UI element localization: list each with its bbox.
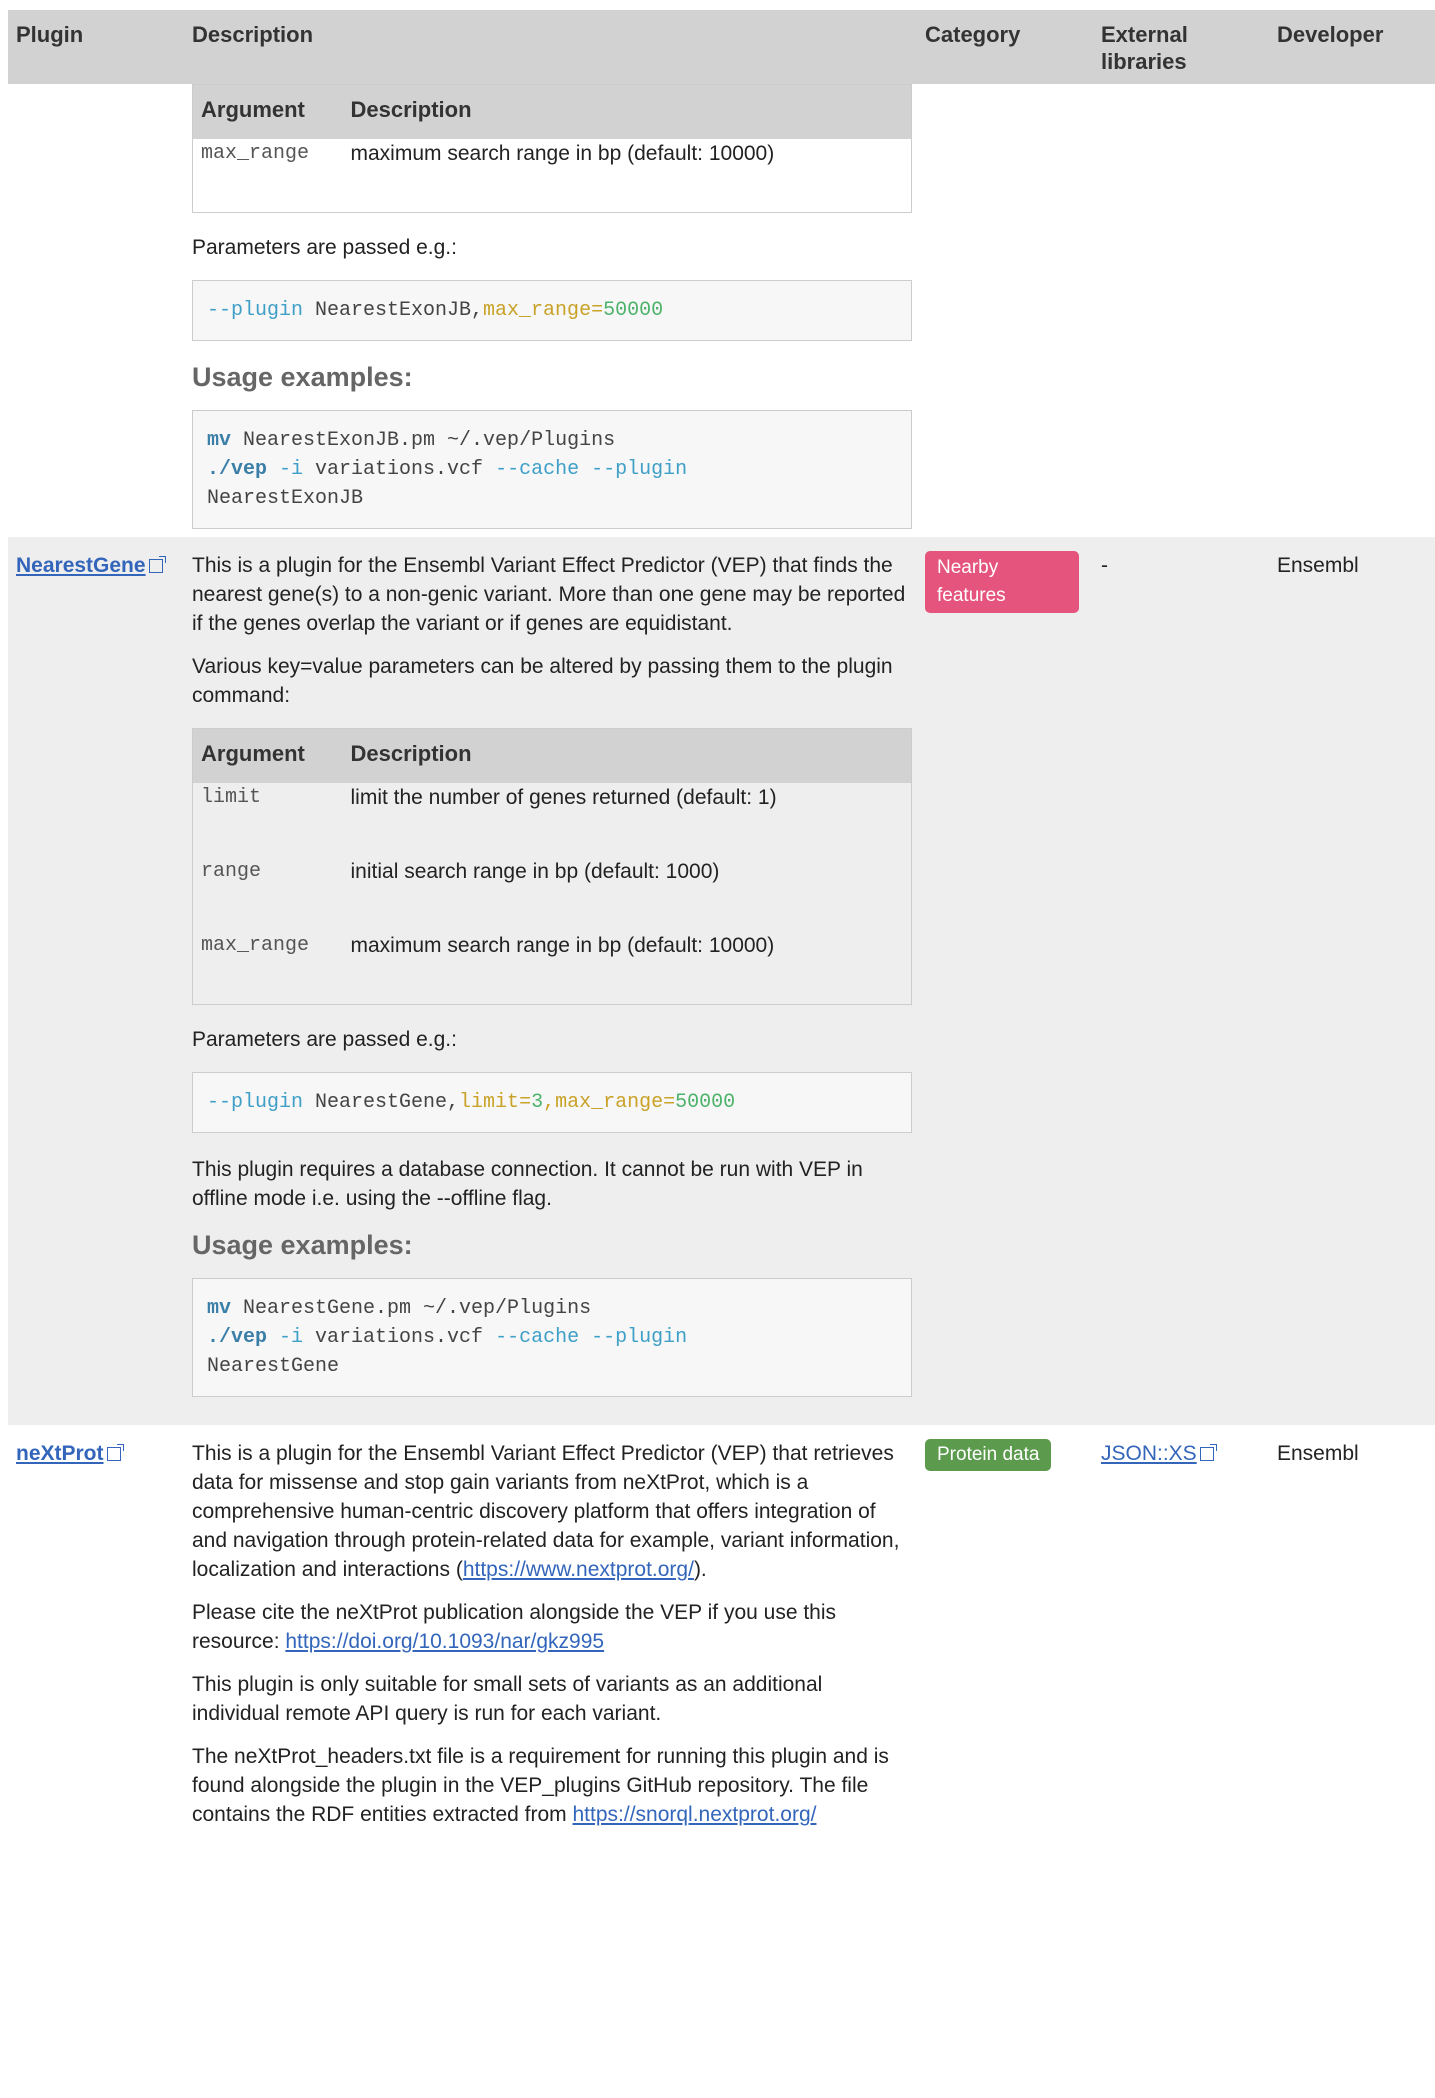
table-header-row: Plugin Description Category External lib… [8, 10, 1435, 84]
code-line2: variations.vcf [303, 458, 496, 481]
header-developer: Developer [1269, 10, 1435, 84]
code-val: 3 [531, 1091, 544, 1114]
code-key: max_range [483, 299, 592, 322]
plugin-link-label: NearestGene [16, 554, 146, 577]
arg-row: max_range maximum search range in bp (de… [192, 138, 912, 213]
arg-header-description: Description [342, 728, 912, 783]
code-flag: --plugin [207, 1091, 304, 1114]
code-val: 50000 [603, 299, 664, 322]
description-paragraph: This plugin is only suitable for small s… [192, 1673, 823, 1725]
code-line1: NearestGene.pm ~/.vep/Plugins [231, 1297, 592, 1320]
code-cache: --cache --plugin [495, 458, 688, 481]
external-cell: - [1093, 537, 1269, 1425]
snorql-link[interactable]: https://snorql.nextprot.org/ [573, 1803, 817, 1826]
description-paragraph: The neXtProt_headers.txt file is a requi… [192, 1745, 889, 1826]
table-row-nearestexonjb: Argument Description max_range maximum s… [8, 84, 1435, 537]
category-cell: Protein data [917, 1425, 1093, 1843]
header-category: Category [917, 10, 1093, 84]
developer-cell: Ensembl [1269, 537, 1435, 1425]
description-cell: This is a plugin for the Ensembl Variant… [184, 1425, 917, 1843]
code-i: -i [267, 458, 304, 481]
category-cell: Nearby features [917, 537, 1093, 1425]
arg-header-description: Description [342, 84, 912, 139]
usage-title: Usage examples: [192, 362, 413, 392]
usage-title: Usage examples: [192, 1230, 413, 1260]
db-note: This plugin requires a database connecti… [192, 1158, 863, 1210]
code-val: 50000 [675, 1091, 736, 1114]
params-text: Parameters are passed e.g.: [192, 1028, 457, 1051]
code-key: max_range [555, 1091, 664, 1114]
arg-name: max_range [192, 930, 343, 1005]
code-eq: = [663, 1091, 676, 1114]
params-text: Parameters are passed e.g.: [192, 236, 457, 259]
description-paragraph: Please cite the neXtProt publication alo… [192, 1601, 837, 1653]
arg-row: limit limit the number of genes returned… [192, 782, 912, 857]
external-link-icon [1199, 1444, 1217, 1461]
arg-desc: maximum search range in bp (default: 100… [342, 138, 912, 213]
description-cell: This is a plugin for the Ensembl Variant… [184, 537, 917, 1425]
code-line1: NearestExonJB.pm ~/.vep/Plugins [231, 429, 616, 452]
plugin-cell-empty [8, 84, 184, 537]
code-vep: ./vep [207, 1326, 268, 1349]
code-vep: ./vep [207, 458, 268, 481]
code-eq: = [519, 1091, 532, 1114]
plugin-link-nearestgene[interactable]: NearestGene [16, 554, 166, 577]
code-i: -i [267, 1326, 304, 1349]
nextprot-site-link[interactable]: https://www.nextprot.org/ [463, 1558, 694, 1581]
plugins-table: Plugin Description Category External lib… [8, 10, 1435, 1843]
code-mv: mv [207, 429, 232, 452]
code-name: NearestGene, [303, 1091, 460, 1114]
category-badge[interactable]: Protein data [925, 1439, 1052, 1471]
argument-table: Argument Description limit limit the num… [192, 728, 912, 1005]
code-cache: --cache --plugin [495, 1326, 688, 1349]
external-cell: JSON::XS [1093, 1425, 1269, 1843]
code-key: limit [459, 1091, 520, 1114]
doi-link[interactable]: https://doi.org/10.1093/nar/gkz995 [285, 1630, 604, 1653]
plugin-cell: NearestGene [8, 537, 184, 1425]
external-library-link[interactable]: JSON::XS [1101, 1442, 1217, 1465]
code-flag: --plugin [207, 299, 304, 322]
header-external-libraries: External libraries [1093, 10, 1269, 84]
arg-row: max_range maximum search range in bp (de… [192, 930, 912, 1005]
external-link-icon [106, 1444, 124, 1461]
usage-code-block: mv NearestGene.pm ~/.vep/Plugins ./vep -… [192, 1278, 912, 1397]
arg-desc: initial search range in bp (default: 100… [342, 856, 912, 931]
category-badge[interactable]: Nearby features [925, 551, 1079, 613]
plugin-link-label: neXtProt [16, 1442, 104, 1465]
plugin-link-nextprot[interactable]: neXtProt [16, 1442, 124, 1465]
param-code-block: --plugin NearestGene,limit=3,max_range=5… [192, 1072, 912, 1133]
code-line3: NearestGene [207, 1355, 340, 1378]
arg-desc: limit the number of genes returned (defa… [342, 782, 912, 857]
code-eq: = [591, 299, 604, 322]
arg-desc: maximum search range in bp (default: 100… [342, 930, 912, 1005]
header-plugin: Plugin [8, 10, 184, 84]
arg-header-argument: Argument [192, 728, 343, 783]
arg-name: limit [192, 782, 343, 857]
usage-code-block: mv NearestExonJB.pm ~/.vep/Plugins ./vep… [192, 410, 912, 529]
arg-header-argument: Argument [192, 84, 343, 139]
code-line3: NearestExonJB [207, 487, 364, 510]
external-link-icon [148, 556, 166, 573]
code-name: NearestExonJB, [303, 299, 484, 322]
code-line2: variations.vcf [303, 1326, 496, 1349]
description-paragraph: This is a plugin for the Ensembl Variant… [192, 1442, 900, 1581]
arg-name: max_range [192, 138, 343, 213]
description-cell: Argument Description max_range maximum s… [184, 84, 917, 537]
plugin-cell: neXtProt [8, 1425, 184, 1843]
description-paragraph: This is a plugin for the Ensembl Variant… [192, 554, 906, 635]
table-row-nextprot: neXtProt This is a plugin for the Ensemb… [8, 1425, 1435, 1843]
code-mv: mv [207, 1297, 232, 1320]
table-row-nearestgene: NearestGene This is a plugin for the Ens… [8, 537, 1435, 1425]
code-comma: , [543, 1091, 556, 1114]
header-description: Description [184, 10, 917, 84]
arg-name: range [192, 856, 343, 931]
param-code-block: --plugin NearestExonJB,max_range=50000 [192, 280, 912, 341]
arg-row: range initial search range in bp (defaul… [192, 856, 912, 931]
description-paragraph: Various key=value parameters can be alte… [192, 655, 893, 707]
argument-table: Argument Description max_range maximum s… [192, 84, 912, 213]
developer-cell: Ensembl [1269, 1425, 1435, 1843]
